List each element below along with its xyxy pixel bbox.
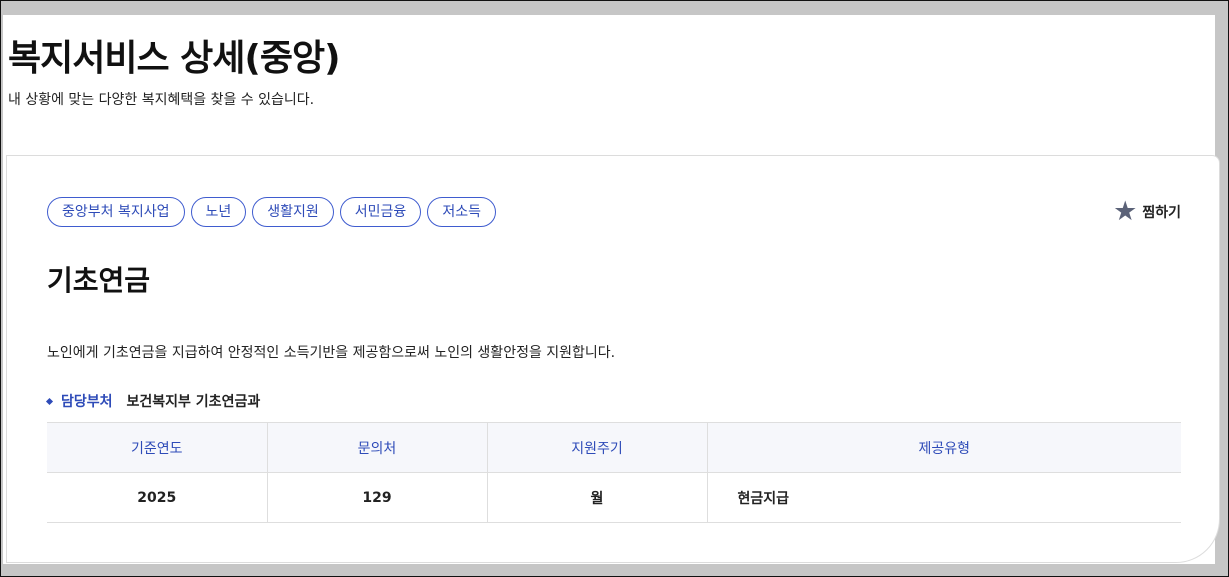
cell-support-cycle: 월 xyxy=(487,472,708,523)
service-card: 중앙부처 복지사업 노년 생활지원 서민금융 저소득 ★ 찜하기 기초연금 노인… xyxy=(6,155,1220,563)
header-contact: 문의처 xyxy=(267,422,488,473)
header-provision-type: 제공유형 xyxy=(707,422,1181,473)
cell-base-year: 2025 xyxy=(47,472,268,523)
header-support-cycle: 지원주기 xyxy=(487,422,708,473)
cell-provision-type: 현금지급 xyxy=(707,472,1181,523)
tag-living-support[interactable]: 생활지원 xyxy=(252,197,334,227)
service-info-table: 기준연도 문의처 지원주기 제공유형 2025 129 월 현금지급 xyxy=(47,422,1181,523)
department-label: 담당부처 xyxy=(61,394,113,410)
table-header-row: 기준연도 문의처 지원주기 제공유형 xyxy=(47,422,1181,473)
browser-viewport: 복지서비스 상세(중앙) 내 상황에 맞는 다양한 복지혜택을 찾을 수 있습니… xyxy=(0,0,1229,577)
favorite-button[interactable]: ★ 찜하기 xyxy=(1113,198,1181,225)
star-icon: ★ xyxy=(1113,196,1138,227)
cell-contact: 129 xyxy=(267,472,488,523)
table-row: 2025 129 월 현금지급 xyxy=(47,472,1181,523)
page-title: 복지서비스 상세(중앙) xyxy=(8,38,341,79)
service-title: 기초연금 xyxy=(47,264,151,297)
diamond-bullet-icon xyxy=(45,397,54,405)
category-tags: 중앙부처 복지사업 노년 생활지원 서민금융 저소득 xyxy=(47,197,496,227)
service-description: 노인에게 기초연금을 지급하여 안정적인 소득기반을 제공함으로써 노인의 생활… xyxy=(47,345,616,361)
tag-central-ministry[interactable]: 중앙부처 복지사업 xyxy=(47,197,185,227)
tag-low-income[interactable]: 저소득 xyxy=(427,197,496,227)
page-content: 복지서비스 상세(중앙) 내 상황에 맞는 다양한 복지혜택을 찾을 수 있습니… xyxy=(3,15,1220,564)
department-value: 보건복지부 기초연금과 xyxy=(126,394,261,410)
favorite-label: 찜하기 xyxy=(1142,204,1181,221)
tag-elderly[interactable]: 노년 xyxy=(190,197,247,227)
header-base-year: 기준연도 xyxy=(47,422,268,473)
page-subtitle: 내 상황에 맞는 다양한 복지혜택을 찾을 수 있습니다. xyxy=(8,92,315,108)
department-info: 담당부처 보건복지부 기초연금과 xyxy=(45,391,261,411)
tag-public-finance[interactable]: 서민금융 xyxy=(339,197,422,227)
